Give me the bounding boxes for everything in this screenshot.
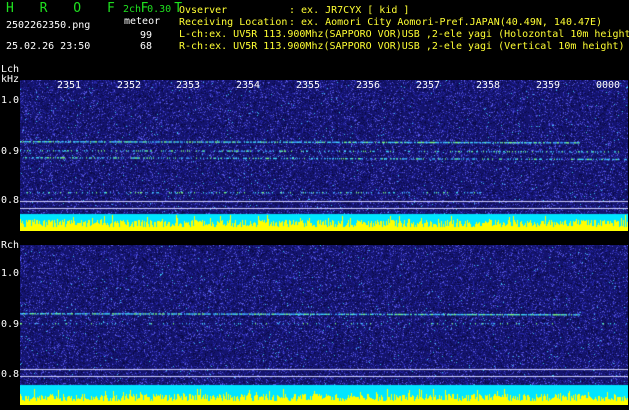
rch-title: Rch — [1, 240, 20, 251]
observer-label: Ovserver — [179, 5, 228, 16]
time-tick-2358: 2358 — [476, 80, 501, 91]
meteor-count-r: 68 — [140, 41, 153, 52]
time-tick-2352: 2352 — [117, 80, 142, 91]
filename: 2502262350.png — [6, 20, 91, 31]
time-tick-2353: 2353 — [176, 80, 201, 91]
time-tick-2359: 2359 — [536, 80, 561, 91]
time-tick-2356: 2356 — [356, 80, 381, 91]
location-value: : ex. Aomori City Aomori-Pref.JAPAN(40.4… — [289, 17, 603, 28]
observer-value: : ex. JR7CYX [ kid ] — [289, 5, 410, 16]
time-tick-2355: 2355 — [296, 80, 321, 91]
meteor-count-l: 99 — [140, 30, 153, 41]
time-tick-0000: 0000 — [596, 80, 621, 91]
lch-tick-2: 0.9 — [1, 146, 20, 157]
rch-tick-2: 0.9 — [1, 319, 20, 330]
lch-unit: kHz — [1, 74, 20, 85]
datetime: 25.02.26 23:50 — [6, 41, 91, 52]
lch-description: L-ch:ex. UV5R 113.900Mhz(SAPPORO VOR)USB… — [179, 29, 629, 40]
rch-description: R-ch:ex. UV5R 113.900Mhz(SAPPORO VOR)USB… — [179, 41, 625, 52]
location-label: Receiving Location — [179, 17, 288, 28]
mode-label: 2ch 0.30 — [123, 4, 172, 15]
rch-spectrogram — [20, 245, 628, 405]
lch-spectrogram — [20, 80, 628, 231]
time-tick-2351: 2351 — [57, 80, 82, 91]
rch-tick-1: 1.0 — [1, 268, 20, 279]
time-tick-2357: 2357 — [416, 80, 441, 91]
meteor-label: meteor — [124, 16, 161, 27]
lch-tick-3: 0.8 — [1, 195, 20, 206]
time-tick-2354: 2354 — [236, 80, 261, 91]
lch-tick-1: 1.0 — [1, 95, 20, 106]
rch-tick-3: 0.8 — [1, 369, 20, 380]
